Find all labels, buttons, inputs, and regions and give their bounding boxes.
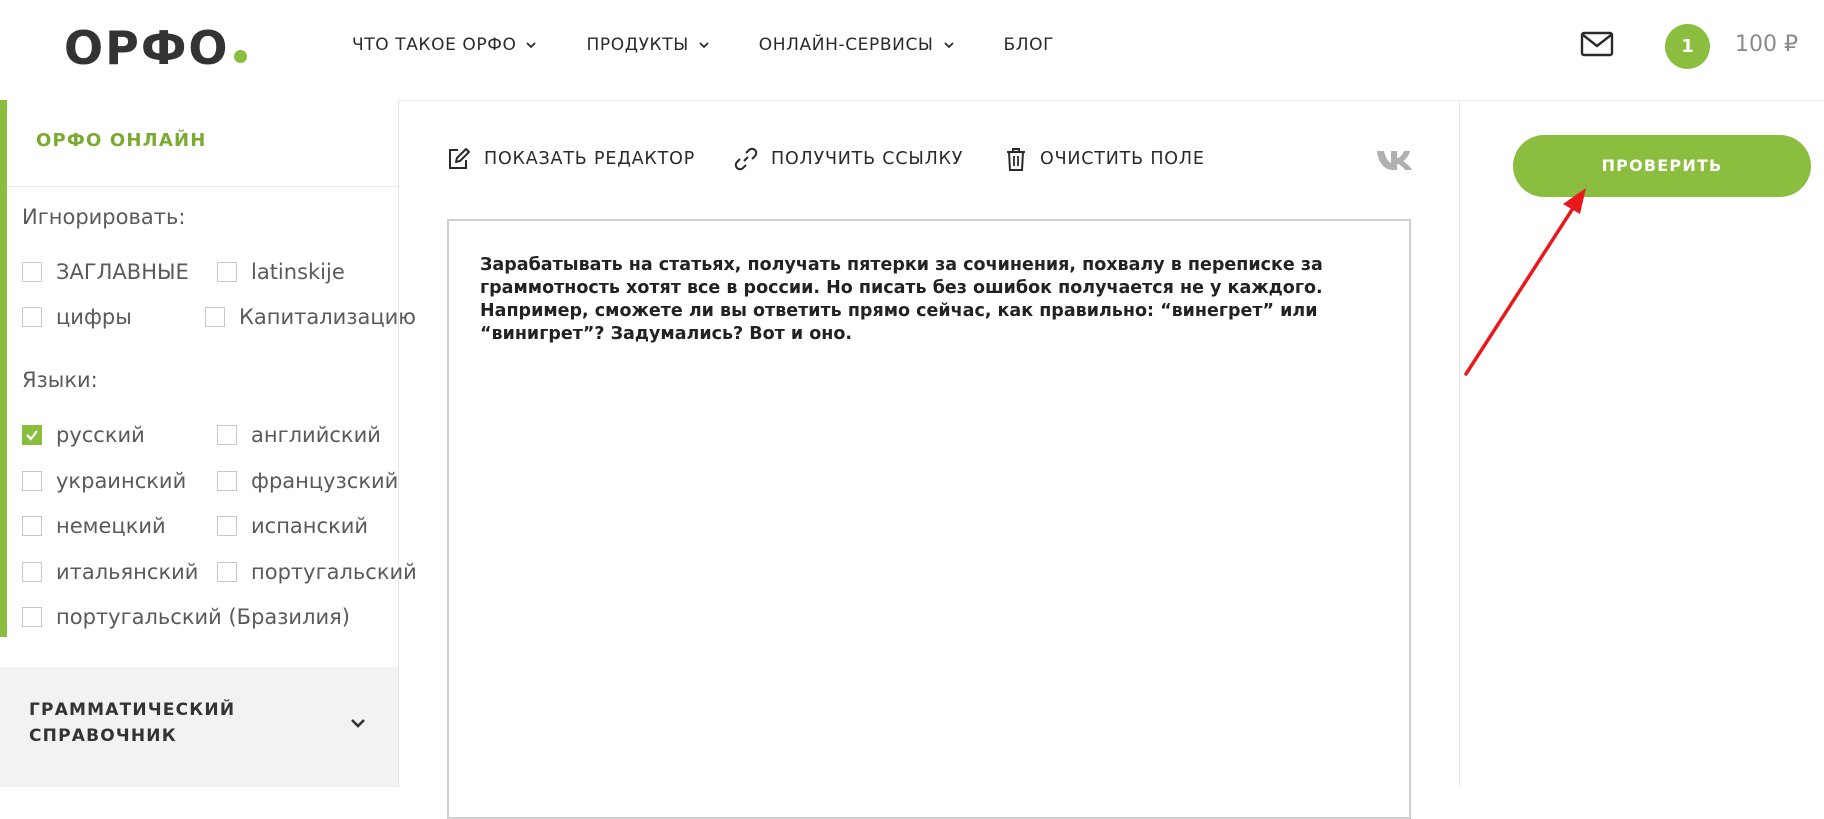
grammar-reference-accordion[interactable]: ГРАММАТИЧЕСКИЙ СПРАВОЧНИК	[0, 667, 398, 787]
checkbox-box[interactable]	[22, 425, 42, 445]
checkbox-label: Капитализацию	[239, 305, 416, 329]
clear-field-button[interactable]: ОЧИСТИТЬ ПОЛЕ	[1004, 146, 1205, 172]
checkbox-label: португальский	[251, 560, 417, 584]
chevron-down-icon	[526, 42, 537, 49]
check-button[interactable]: ПРОВЕРИТЬ	[1513, 135, 1811, 197]
nav-item-label: ПРОДУКТЫ	[586, 35, 689, 55]
sidebar: ОРФО ОНЛАЙН Игнорировать: ЗАГЛАВНЫЕ lati…	[0, 100, 417, 787]
nav-item-online-services[interactable]: ОНЛАЙН-СЕРВИСЫ	[759, 30, 956, 60]
checkbox-box[interactable]	[22, 307, 42, 327]
vk-icon[interactable]	[1375, 147, 1415, 173]
checkbox-label: английский	[251, 423, 381, 447]
checkbox-label: цифры	[56, 305, 132, 329]
checkbox-box[interactable]	[22, 562, 42, 582]
site-header: ОРФО ЧТО ТАКОЕ ОРФО ПРОДУКТЫ ОНЛАЙН-СЕРВ…	[0, 0, 1824, 101]
nav-item-label: БЛОГ	[1003, 35, 1055, 55]
editor-content[interactable]: Зарабатывать на статьях, получать пятерк…	[480, 254, 1380, 346]
envelope-icon[interactable]	[1580, 30, 1614, 58]
checkbox-label: испанский	[251, 514, 369, 538]
trash-icon	[1007, 148, 1025, 171]
checkbox-box[interactable]	[22, 516, 42, 536]
accordion-title: ГРАММАТИЧЕСКИЙ СПРАВОЧНИК	[29, 700, 236, 746]
logo-dot	[233, 50, 247, 63]
checkbox-label: португальский (Бразилия)	[56, 605, 350, 629]
lang-portuguese-brazil-checkbox[interactable]: португальский (Бразилия)	[22, 605, 350, 629]
lang-ukrainian-checkbox[interactable]: украинский	[22, 469, 186, 493]
checkbox-label: немецкий	[56, 514, 166, 538]
checkbox-label: latinskije	[251, 260, 345, 284]
checkbox-box[interactable]	[205, 307, 225, 327]
lang-spanish-checkbox[interactable]: испанский	[217, 514, 368, 538]
checkbox-label: ЗАГЛАВНЫЕ	[56, 260, 189, 284]
annotation-arrow	[1464, 188, 1586, 376]
nav-item-what-is-orfo[interactable]: ЧТО ТАКОЕ ОРФО	[352, 30, 538, 60]
show-editor-label: ПОКАЗАТЬ РЕДАКТОР	[484, 149, 696, 169]
lang-english-checkbox[interactable]: английский	[217, 423, 381, 447]
main-nav: ЧТО ТАКОЕ ОРФО ПРОДУКТЫ ОНЛАЙН-СЕРВИСЫ Б…	[352, 30, 1102, 60]
checkbox-label: украинский	[56, 469, 187, 493]
lang-german-checkbox[interactable]: немецкий	[22, 514, 166, 538]
lang-french-checkbox[interactable]: французский	[217, 469, 398, 493]
checkbox-label: русский	[56, 423, 145, 447]
chevron-down-icon	[943, 42, 954, 49]
ignore-uppercase-checkbox[interactable]: ЗАГЛАВНЫЕ	[22, 260, 189, 284]
link-icon	[734, 147, 758, 171]
clear-field-label: ОЧИСТИТЬ ПОЛЕ	[1040, 149, 1205, 169]
chevron-down-icon[interactable]	[348, 713, 368, 733]
text-editor[interactable]: Зарабатывать на статьях, получать пятерк…	[447, 219, 1411, 819]
nav-item-label: ЧТО ТАКОЕ ОРФО	[352, 35, 517, 55]
logo[interactable]: ОРФО	[64, 18, 247, 78]
nav-item-blog[interactable]: БЛОГ	[1004, 30, 1055, 60]
checkbox-box[interactable]	[217, 262, 237, 282]
lang-italian-checkbox[interactable]: итальянский	[22, 560, 198, 584]
show-editor-button[interactable]: ПОКАЗАТЬ РЕДАКТОР	[446, 146, 695, 172]
checkbox-label: французский	[251, 469, 399, 493]
checkbox-box[interactable]	[22, 262, 42, 282]
get-link-label: ПОЛУЧИТЬ ССЫЛКУ	[771, 149, 964, 169]
ignore-latin-checkbox[interactable]: latinskije	[217, 260, 345, 284]
lang-portuguese-checkbox[interactable]: португальский	[217, 560, 417, 584]
logo-text: ОРФО	[64, 21, 230, 75]
languages-label: Языки:	[22, 368, 98, 392]
checkbox-box[interactable]	[22, 471, 42, 491]
checkmark-icon	[26, 430, 38, 441]
balance[interactable]: 100 ₽	[1735, 30, 1798, 60]
sidebar-accent-bar	[0, 100, 7, 637]
lang-russian-checkbox[interactable]: русский	[22, 423, 145, 447]
ignore-digits-checkbox[interactable]: цифры	[22, 305, 132, 329]
edit-icon	[449, 148, 470, 169]
checkbox-box[interactable]	[217, 471, 237, 491]
notification-badge[interactable]: 1	[1665, 24, 1710, 69]
ignore-capitalization-checkbox[interactable]: Капитализацию	[205, 305, 416, 329]
checkbox-label: итальянский	[56, 560, 199, 584]
chevron-down-icon	[699, 42, 709, 49]
get-link-button[interactable]: ПОЛУЧИТЬ ССЫЛКУ	[733, 146, 963, 172]
right-panel-divider	[1459, 100, 1460, 787]
sidebar-title: ОРФО ОНЛАЙН	[36, 130, 207, 151]
sidebar-divider	[7, 186, 398, 187]
checkbox-box[interactable]	[217, 562, 237, 582]
nav-item-products[interactable]: ПРОДУКТЫ	[586, 30, 710, 60]
checkbox-box[interactable]	[217, 425, 237, 445]
ignore-label: Игнорировать:	[22, 205, 186, 229]
checkbox-box[interactable]	[22, 607, 42, 627]
nav-item-label: ОНЛАЙН-СЕРВИСЫ	[758, 35, 934, 55]
checkbox-box[interactable]	[217, 516, 237, 536]
